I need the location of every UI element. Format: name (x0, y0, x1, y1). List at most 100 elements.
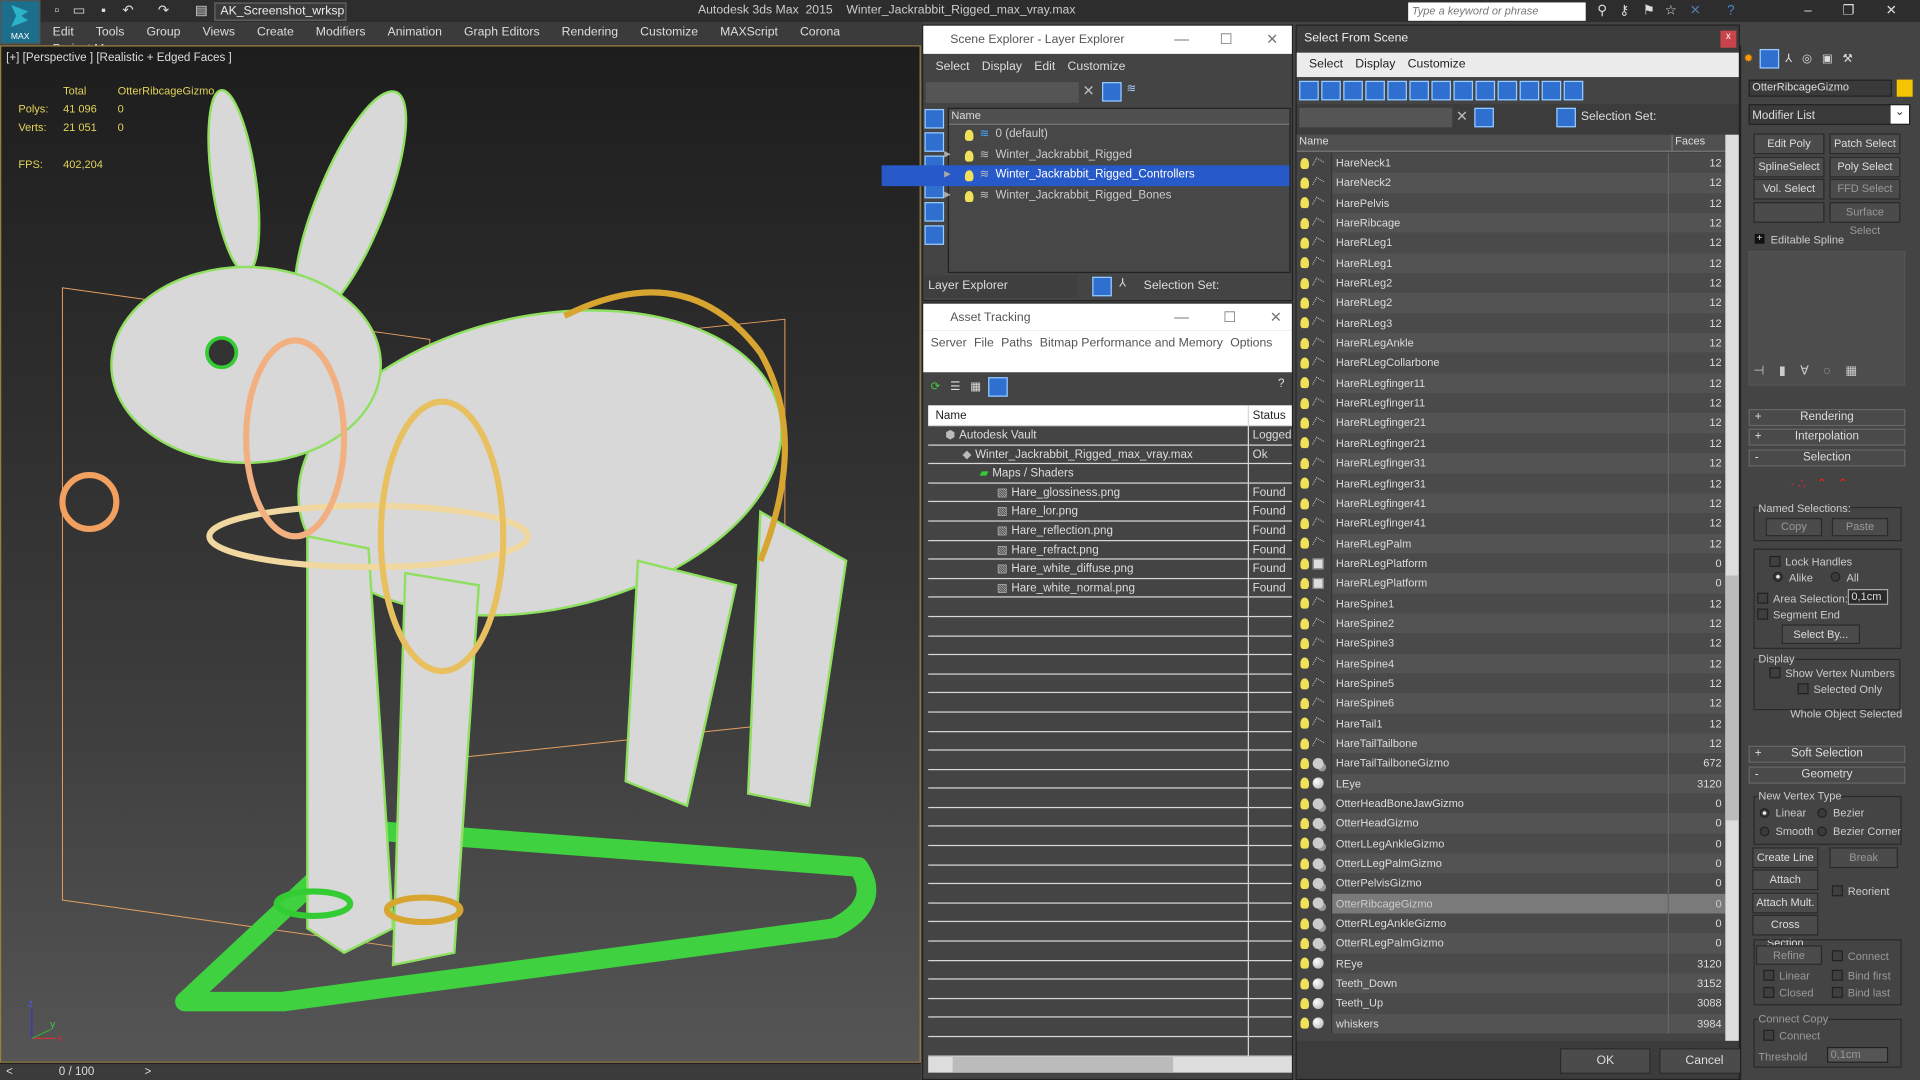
object-row[interactable]: HareSpine2 12 (1296, 613, 1726, 634)
visibility-bulb-icon[interactable] (1300, 377, 1309, 389)
attach-button[interactable]: Attach (1752, 869, 1819, 891)
explorer-mode-dropdown[interactable]: Layer Explorer (924, 275, 1078, 298)
open-file-icon[interactable]: ▭ (71, 4, 87, 19)
menu-select[interactable]: Select (923, 60, 970, 73)
visibility-bulb-icon[interactable] (964, 150, 974, 162)
object-row[interactable]: HareRLegAnkle 12 (1296, 333, 1726, 354)
layer-row[interactable]: ▶ ≋ Winter_Jackrabbit_Rigged_Bones (882, 186, 1290, 206)
menu-group[interactable]: Group (134, 22, 190, 39)
xrefs-icon[interactable] (1475, 80, 1496, 101)
visibility-bulb-icon[interactable] (1300, 577, 1309, 589)
visibility-bulb-icon[interactable] (1300, 777, 1309, 789)
object-row[interactable]: REye 3120 (1296, 953, 1726, 974)
next-frame-button[interactable]: > (144, 1065, 151, 1078)
connect-checkbox[interactable] (1831, 950, 1843, 962)
rollout-interpolation[interactable]: + Interpolation (1748, 428, 1906, 446)
menu-display[interactable]: Display (970, 60, 1022, 73)
object-row[interactable]: HareRLegfinger41 12 (1296, 513, 1726, 534)
menu-file[interactable]: File (967, 334, 994, 354)
asset-tracking-titlebar[interactable]: Asset Tracking — ☐ ✕ (923, 303, 1292, 331)
object-row[interactable]: HareRLeg2 12 (1296, 273, 1726, 294)
visibility-bulb-icon[interactable] (1300, 1018, 1309, 1030)
visibility-bulb-icon[interactable] (1300, 697, 1309, 709)
menu-options[interactable]: Options (1223, 334, 1272, 354)
horizontal-scrollbar[interactable] (928, 1056, 1292, 1073)
object-row[interactable]: LEye 3120 (1296, 773, 1726, 794)
menu-edit[interactable]: Edit (40, 22, 83, 39)
object-row[interactable]: HareRLegPlatform 0 (1296, 573, 1726, 594)
project-folder-icon[interactable]: ▤ (193, 4, 209, 19)
frame-indicator[interactable]: 0 / 100 (59, 1065, 95, 1078)
closed-checkbox[interactable] (1763, 986, 1775, 998)
object-row[interactable]: HareRLegCollarbone 12 (1296, 353, 1726, 374)
smooth-radio[interactable] (1759, 826, 1770, 837)
vertical-scrollbar[interactable] (1725, 134, 1739, 1041)
menu-rendering[interactable]: Rendering (549, 22, 628, 39)
visibility-bulb-icon[interactable] (1300, 717, 1309, 729)
containers-icon[interactable] (1519, 80, 1540, 101)
clear-search-icon[interactable]: ✕ (1456, 108, 1468, 125)
exchange-icon[interactable]: ✕ (1687, 4, 1703, 19)
close-icon[interactable]: ✕ (1270, 309, 1282, 326)
lock-handles-checkbox[interactable] (1769, 555, 1781, 567)
visibility-bulb-icon[interactable] (1300, 878, 1309, 890)
asset-row[interactable]: ▧ Hare_lor.png Found (928, 502, 1292, 522)
visibility-bulb-icon[interactable] (1300, 757, 1309, 769)
utilities-tab-icon[interactable]: ⚒ (1843, 52, 1853, 65)
bezier-corner-radio[interactable] (1817, 826, 1827, 837)
object-row[interactable]: OtterRLegAnkleGizmo 0 (1296, 913, 1726, 934)
lights-icon[interactable] (1365, 80, 1385, 101)
helpers-icon[interactable] (1409, 80, 1429, 101)
name-column-header[interactable]: Name (928, 405, 1249, 425)
expand-arrow-icon[interactable]: ▶ (944, 186, 951, 206)
object-row[interactable]: HareNeck2 12 (1296, 173, 1726, 194)
object-color-swatch[interactable] (1896, 79, 1913, 97)
hierarchy-icon[interactable] (1556, 107, 1576, 128)
visibility-bulb-icon[interactable] (1300, 317, 1309, 329)
modifier-stack-item[interactable]: Editable Spline (1771, 234, 1845, 246)
cameras-icon[interactable] (1387, 80, 1407, 101)
reorient-checkbox[interactable] (1831, 885, 1843, 897)
help-icon[interactable]: ? (1723, 4, 1739, 19)
object-row[interactable]: HareNeck1 12 (1296, 153, 1726, 174)
visibility-bulb-icon[interactable] (1300, 817, 1309, 829)
visibility-bulb-icon[interactable] (1300, 217, 1309, 229)
area-selection-spinner[interactable]: 0,1cm (1847, 588, 1889, 605)
visibility-bulb-icon[interactable] (1300, 297, 1309, 309)
name-column-header[interactable]: Name (1297, 135, 1672, 151)
visibility-bulb-icon[interactable] (1300, 677, 1309, 689)
connect-copy-checkbox[interactable] (1763, 1029, 1775, 1041)
new-file-icon[interactable]: ▫ (49, 4, 65, 19)
object-row[interactable]: HareRLegfinger21 12 (1296, 433, 1726, 454)
visibility-bulb-icon[interactable] (1300, 998, 1309, 1010)
object-row[interactable]: HareRLegfinger11 12 (1296, 393, 1726, 414)
geometry-icon[interactable] (1321, 80, 1341, 101)
visibility-bulb-icon[interactable] (1300, 597, 1309, 609)
visibility-bulb-icon[interactable] (1300, 197, 1309, 209)
menu-server[interactable]: Server (923, 334, 967, 354)
visibility-bulb-icon[interactable] (1300, 737, 1309, 749)
cross-section-button[interactable]: Cross Section (1752, 914, 1819, 949)
visibility-bulb-icon[interactable] (1300, 938, 1309, 950)
object-row[interactable]: Teeth_Down 3152 (1296, 973, 1726, 994)
remove-modifier-icon[interactable]: ◌ (1823, 365, 1845, 378)
thumbnail-view-icon[interactable]: ▦ (970, 380, 981, 393)
rollout-selection[interactable]: - Selection (1748, 449, 1906, 467)
visibility-bulb-icon[interactable] (1300, 237, 1309, 249)
layer-row[interactable]: ≋ 0 (default) (882, 125, 1290, 145)
table-view-icon[interactable] (987, 377, 1008, 397)
clear-search-icon[interactable]: ✕ (1082, 82, 1094, 99)
segment-end-checkbox[interactable] (1757, 608, 1769, 620)
create-tab-icon[interactable]: ✹ (1744, 52, 1754, 65)
modifier-list-dropdown[interactable]: Modifier List ⌄ (1748, 104, 1911, 125)
menu-display[interactable]: Display (1343, 58, 1395, 71)
maximize-icon[interactable]: ☐ (1223, 309, 1236, 326)
object-row[interactable]: HareRLegfinger11 12 (1296, 373, 1726, 394)
object-row[interactable]: HareSpine4 12 (1296, 653, 1726, 674)
hierarchy-tab-icon[interactable]: ⅄ (1785, 52, 1792, 65)
favorites-icon[interactable]: ☆ (1663, 4, 1679, 19)
menu-customize[interactable]: Customize (1055, 60, 1126, 73)
filter-icon[interactable] (1102, 82, 1122, 102)
restore-icon[interactable]: ❐ (1840, 4, 1856, 19)
redo-icon[interactable]: ↷ (156, 4, 172, 19)
